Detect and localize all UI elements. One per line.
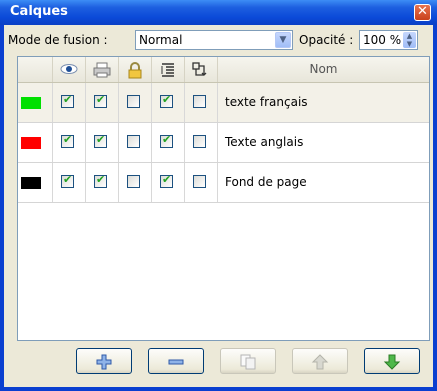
printer-icon	[93, 62, 111, 78]
eye-icon	[60, 64, 78, 74]
printable-checkbox[interactable]: ✔	[94, 133, 107, 148]
blend-mode-value: Normal	[139, 33, 183, 47]
arrow-down-icon	[383, 354, 401, 370]
outline-checkbox[interactable]	[193, 175, 206, 188]
header-outline[interactable]	[185, 57, 218, 82]
layer-color-swatch[interactable]	[21, 177, 41, 189]
check-icon: ✔	[162, 93, 172, 106]
duplicate-layer-button[interactable]	[220, 348, 276, 374]
printable-checkbox[interactable]: ✔	[94, 173, 107, 188]
minus-icon	[168, 359, 184, 365]
header-text-wrap[interactable]	[152, 57, 185, 82]
color-cell[interactable]	[18, 83, 53, 122]
check-icon: ✔	[63, 133, 73, 146]
arrow-up-icon	[311, 354, 329, 370]
table-header: Nom	[18, 57, 429, 83]
title-bar[interactable]: Calques ✕	[0, 0, 437, 25]
duplicate-icon	[240, 354, 256, 370]
close-button[interactable]: ✕	[414, 4, 431, 21]
close-icon: ✕	[417, 4, 428, 19]
options-row: Mode de fusion : Normal ▼ Opacité : 100 …	[8, 30, 428, 52]
layer-name[interactable]: Texte anglais	[225, 135, 303, 149]
opacity-spinner[interactable]: 100 % ▲ ▼	[359, 30, 418, 50]
wrap-checkbox[interactable]: ✔	[160, 133, 173, 148]
layer-name[interactable]: Fond de page	[225, 175, 307, 189]
check-icon: ✔	[162, 133, 172, 146]
check-icon: ✔	[63, 173, 73, 186]
chevron-down-icon[interactable]: ▼	[275, 32, 291, 48]
locked-checkbox[interactable]	[127, 135, 140, 148]
opacity-label: Opacité :	[299, 33, 354, 47]
visible-checkbox[interactable]: ✔	[61, 173, 74, 188]
opacity-value: 100 %	[363, 33, 402, 47]
printable-checkbox[interactable]: ✔	[94, 93, 107, 108]
color-cell[interactable]	[18, 123, 53, 162]
outline-checkbox[interactable]	[193, 95, 206, 108]
header-name[interactable]: Nom	[218, 57, 429, 82]
table-row[interactable]: ✔ ✔ ✔ Fond de page	[18, 163, 429, 203]
layers-table: Nom ✔ ✔ ✔ texte français ✔ ✔ ✔ Texte anglais ✔ ✔ ✔…	[17, 56, 430, 341]
move-down-button[interactable]	[364, 348, 420, 374]
table-row[interactable]: ✔ ✔ ✔ Texte anglais	[18, 123, 429, 163]
locked-checkbox[interactable]	[127, 175, 140, 188]
visible-checkbox[interactable]: ✔	[61, 93, 74, 108]
header-printable[interactable]	[86, 57, 119, 82]
wrap-checkbox[interactable]: ✔	[160, 173, 173, 188]
visible-checkbox[interactable]: ✔	[61, 133, 74, 148]
text-lines-icon	[161, 63, 174, 77]
flow-icon	[192, 62, 207, 76]
check-icon: ✔	[162, 173, 172, 186]
plus-icon	[96, 354, 112, 370]
spinner-arrows-icon[interactable]: ▲ ▼	[403, 32, 416, 48]
remove-layer-button[interactable]	[148, 348, 204, 374]
check-icon: ✔	[96, 133, 106, 146]
color-cell[interactable]	[18, 163, 53, 202]
outline-checkbox[interactable]	[193, 135, 206, 148]
check-icon: ✔	[96, 93, 106, 106]
check-icon: ✔	[63, 93, 73, 106]
move-up-button[interactable]	[292, 348, 348, 374]
layer-actions-bar	[76, 348, 426, 376]
blend-mode-label: Mode de fusion :	[8, 33, 108, 47]
layer-color-swatch[interactable]	[21, 137, 41, 149]
header-visible[interactable]	[53, 57, 86, 82]
locked-checkbox[interactable]	[127, 95, 140, 108]
add-layer-button[interactable]	[76, 348, 132, 374]
blend-mode-select[interactable]: Normal ▼	[135, 30, 293, 50]
layer-color-swatch[interactable]	[21, 97, 41, 109]
layer-name[interactable]: texte français	[225, 95, 308, 109]
header-color	[18, 57, 53, 82]
header-locked[interactable]	[119, 57, 152, 82]
table-row[interactable]: ✔ ✔ ✔ texte français	[18, 83, 429, 123]
window-title: Calques	[10, 4, 68, 19]
wrap-checkbox[interactable]: ✔	[160, 93, 173, 108]
lock-icon	[128, 62, 142, 79]
check-icon: ✔	[96, 173, 106, 186]
